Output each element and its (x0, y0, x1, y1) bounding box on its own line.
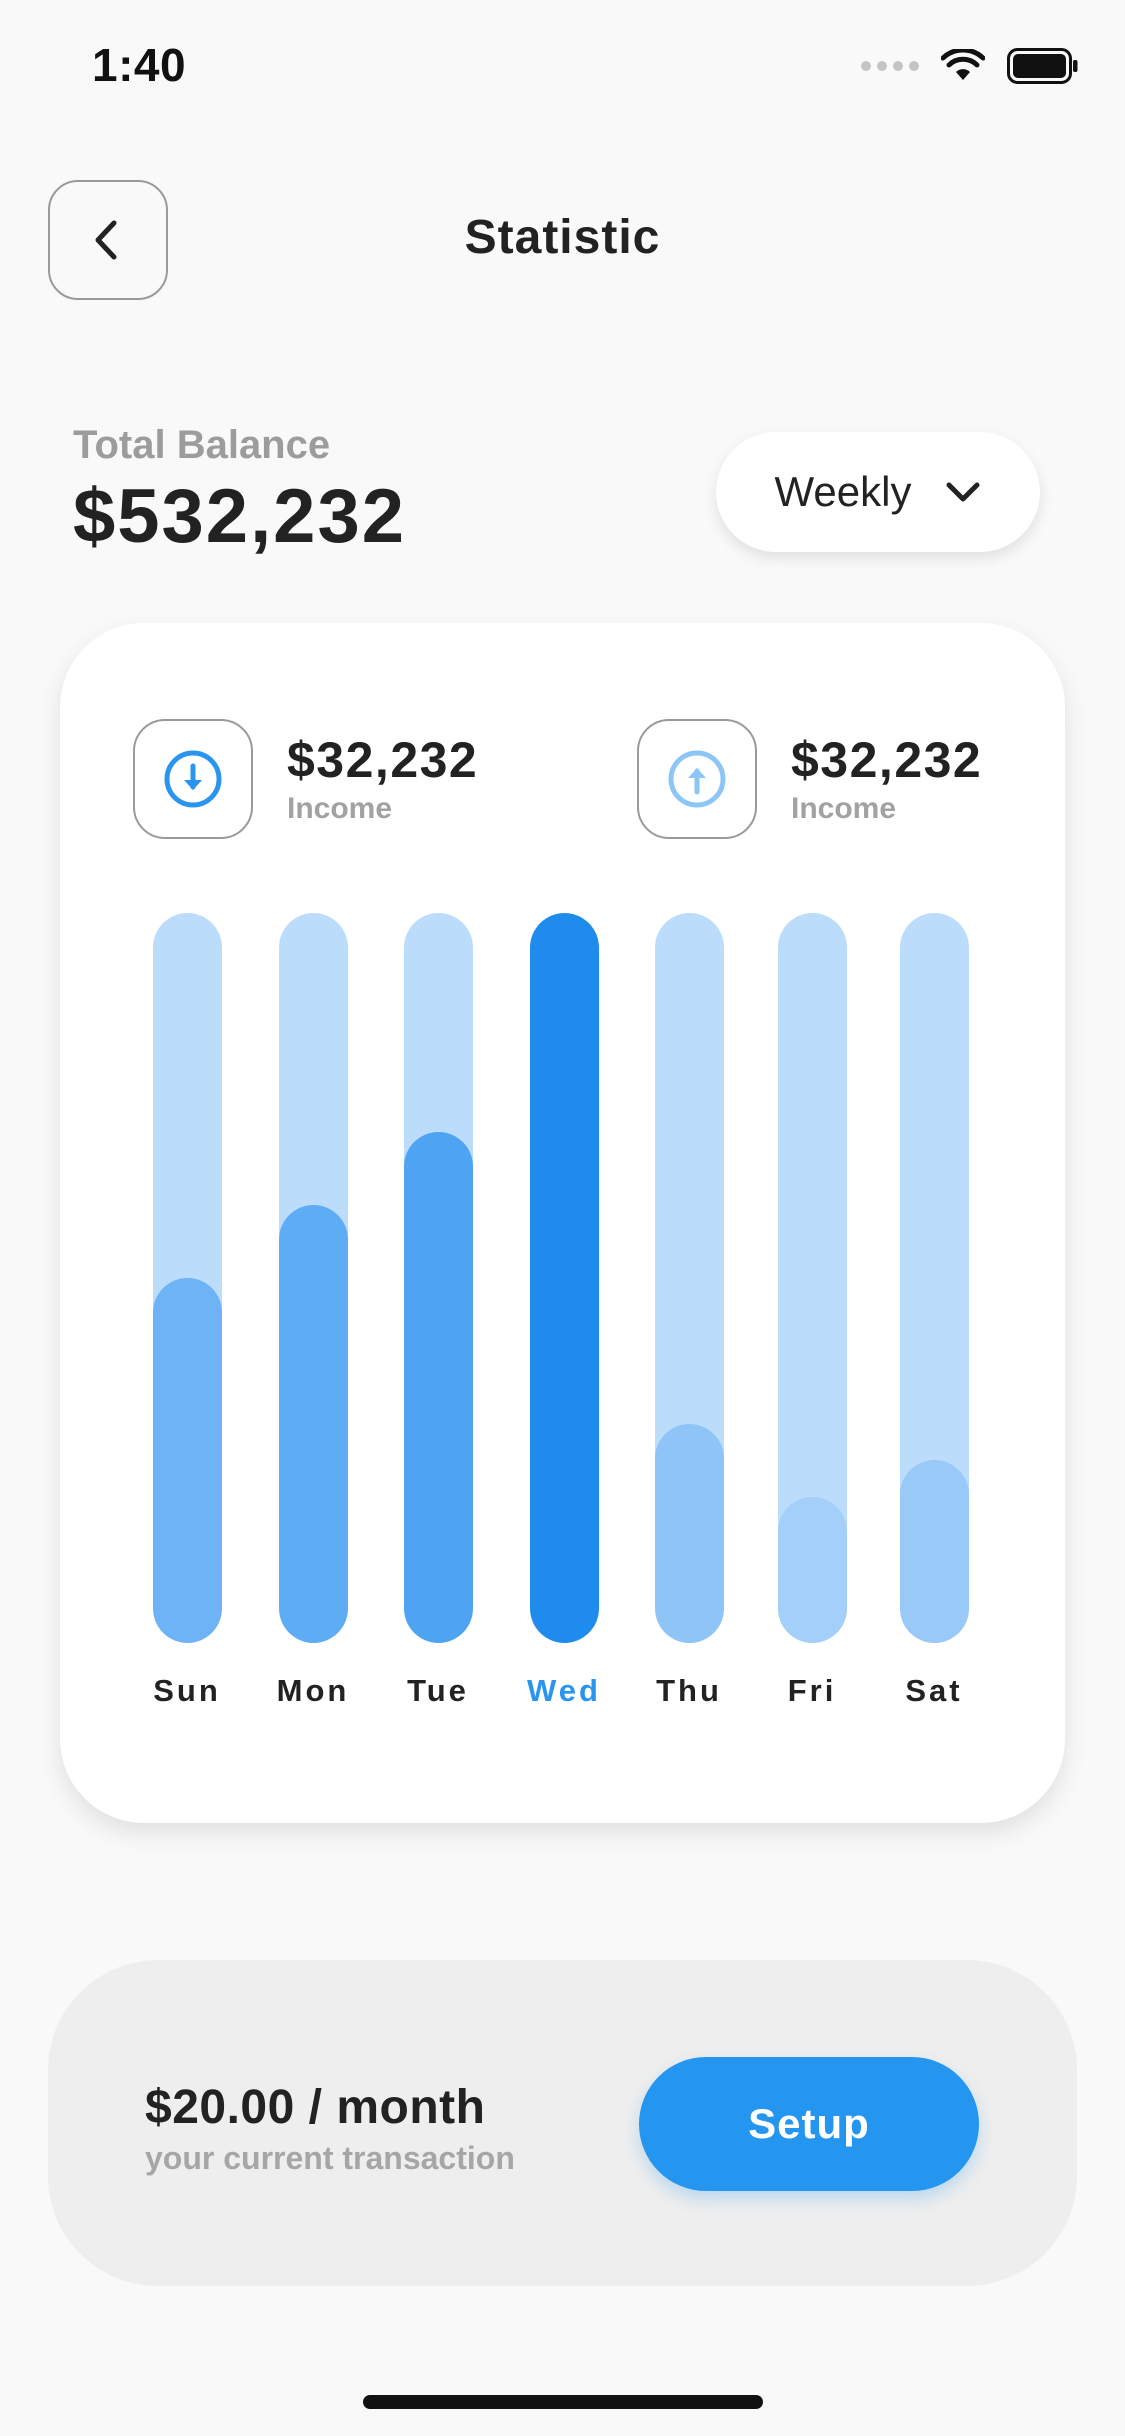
battery-icon (1007, 48, 1078, 84)
bar-fri (777, 1497, 847, 1643)
total-balance-value: $532,232 (73, 474, 406, 559)
day-label-mon[interactable]: Mon (253, 1673, 373, 1709)
day-label-sun[interactable]: Sun (127, 1673, 247, 1709)
income-label-2: Income (791, 791, 897, 825)
status-icons (861, 48, 1079, 84)
setup-button[interactable]: Setup (639, 2057, 979, 2191)
status-time: 1:40 (92, 39, 187, 91)
subscription-panel: $20.00 / month your current transaction … (48, 1960, 1077, 2286)
income-icon-button[interactable] (133, 719, 253, 839)
bar-tue (403, 1132, 473, 1643)
bar-track-mon[interactable] (278, 913, 348, 1643)
period-dropdown[interactable]: Weekly (716, 432, 1040, 552)
bar-track-sun[interactable] (152, 913, 222, 1643)
income-amount-2: $32,232 (791, 731, 983, 788)
bar-track-fri[interactable] (777, 913, 847, 1643)
bar-sun (152, 1278, 222, 1643)
income-summary-2: $32,232 Income (637, 719, 982, 839)
arrow-down-circle-icon (164, 750, 222, 808)
period-selected-value: Weekly (774, 468, 912, 515)
day-label-sat[interactable]: Sat (874, 1673, 994, 1709)
page-title: Statistic (464, 211, 661, 264)
bar-thu (654, 1424, 724, 1643)
day-label-tue[interactable]: Tue (378, 1673, 498, 1709)
arrow-up-circle-icon (668, 750, 726, 808)
day-label-wed[interactable]: Wed (504, 1673, 624, 1709)
chevron-down-icon (946, 482, 980, 502)
wifi-icon (941, 49, 985, 80)
statistic-screen: 1:40 Statistic Total Balance $532,232 We… (0, 0, 1125, 2436)
bar-track-tue[interactable] (403, 913, 473, 1643)
bar-track-thu[interactable] (654, 913, 724, 1643)
home-indicator (363, 2395, 763, 2409)
day-label-fri[interactable]: Fri (752, 1673, 872, 1709)
bar-sat (899, 1460, 969, 1643)
bar-mon (278, 1205, 348, 1643)
bar-track-wed[interactable] (529, 913, 599, 1643)
income-amount: $32,232 (287, 731, 479, 788)
total-balance-label: Total Balance (73, 423, 331, 467)
income-summary-1: $32,232 Income (133, 719, 478, 839)
weekly-bar-chart: Sun Mon Tue Wed Thu Fri Sat (60, 913, 1065, 1708)
income-label: Income (287, 791, 393, 825)
cellular-signal-icon (861, 61, 919, 71)
bar-track-sat[interactable] (899, 913, 969, 1643)
plan-subtitle: your current transaction (145, 2140, 515, 2176)
statistic-card: $32,232 Income $32,232 Income Sun Mon Tue W… (60, 623, 1065, 1823)
plan-price: $20.00 / month (145, 2081, 486, 2134)
bar-wed (529, 913, 599, 1643)
day-label-thu[interactable]: Thu (629, 1673, 749, 1709)
income-icon-button-2[interactable] (637, 719, 757, 839)
